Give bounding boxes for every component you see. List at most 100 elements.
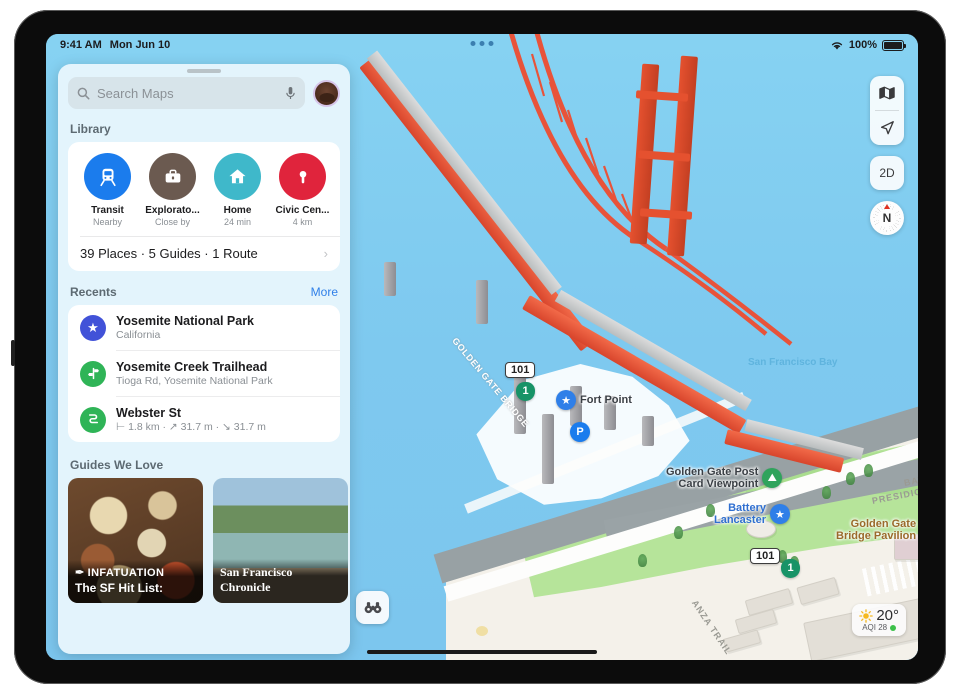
poi-label-line1: Battery xyxy=(728,502,766,514)
home-indicator[interactable] xyxy=(367,650,597,654)
status-bar-left: 9:41 AM Mon Jun 10 xyxy=(60,39,170,51)
list-item[interactable]: Yosemite Creek Trailhead Tioga Rd, Yosem… xyxy=(68,351,340,396)
status-bar: 9:41 AM Mon Jun 10 100% xyxy=(46,34,918,56)
aqi-label: AQI 28 xyxy=(862,623,888,632)
poi-label-line2: Card Viewpoint xyxy=(678,478,759,490)
status-date: Mon Jun 10 xyxy=(109,39,171,51)
route-shield-us-101-2[interactable]: 101 xyxy=(750,548,781,564)
library-item-exploratorium[interactable]: Explorato... Close by xyxy=(145,153,200,227)
poi-fort-point[interactable]: ★ Fort Point xyxy=(556,390,632,410)
dimension-control-group: 2D xyxy=(870,156,904,190)
library-item-transit[interactable]: Transit Nearby xyxy=(80,153,135,227)
library-item-sub: Close by xyxy=(154,217,190,227)
sidebar-grabber[interactable] xyxy=(187,69,221,73)
library-item-civic-center[interactable]: Civic Cen... 4 km xyxy=(275,153,330,227)
guides-section-header: Guides We Love xyxy=(68,454,340,478)
recent-subtitle: Tioga Rd, Yosemite National Park xyxy=(116,375,273,387)
library-item-home[interactable]: Home 24 min xyxy=(210,153,265,227)
aqi-row: AQI 28 xyxy=(859,623,899,632)
map-control-group xyxy=(870,76,904,145)
star-icon: ★ xyxy=(80,314,106,341)
library-item-label: Explorato... xyxy=(145,205,200,216)
route-shield-state-1-2[interactable]: 1 xyxy=(781,559,800,578)
recent-title: Webster St xyxy=(116,406,182,420)
list-item[interactable]: ★ Yosemite National Park California xyxy=(68,305,340,350)
route-shield-state-1[interactable]: 1 xyxy=(516,382,535,401)
house-icon xyxy=(214,153,261,200)
recents-section-header: Recents More xyxy=(68,281,340,305)
temperature-row: 20° xyxy=(859,607,899,624)
library-item-label: Transit xyxy=(91,205,124,216)
sun-icon xyxy=(859,608,874,623)
recent-subtitle: California xyxy=(116,329,161,341)
poi-battery-lancaster[interactable]: Battery Lancaster ★ xyxy=(714,502,790,526)
status-time: 9:41 AM xyxy=(60,39,102,51)
guides-row[interactable]: ✒ INFATUATION The SF Hit List: San Franc… xyxy=(68,478,348,603)
locate-me-button[interactable] xyxy=(870,111,904,145)
library-items-row[interactable]: Transit Nearby Explorato... Close by Hom… xyxy=(68,142,340,236)
poi-label-line1: Golden Gate Post xyxy=(666,466,759,478)
library-summary-text: 39 Places · 5 Guides · 1 Route xyxy=(80,246,258,261)
guide-brand: San Francisco Chronicle xyxy=(220,565,293,594)
guides-title: Guides We Love xyxy=(70,458,164,472)
battery-percent: 100% xyxy=(848,39,877,51)
library-item-label: Civic Cen... xyxy=(275,205,330,216)
water-label: San Francisco Bay xyxy=(748,357,838,368)
library-item-sub: Nearby xyxy=(92,217,122,227)
wifi-icon xyxy=(831,41,842,49)
viewpoint-icon: ⛰ xyxy=(762,468,783,488)
guide-brand: ✒ INFATUATION xyxy=(75,566,165,580)
bridge-pylon xyxy=(642,416,654,446)
recent-title: Yosemite National Park xyxy=(116,314,255,328)
multitasking-dots[interactable] xyxy=(470,41,494,46)
poi-label-line2: Bridge Pavilion xyxy=(836,530,917,542)
compass-tick-ring xyxy=(873,204,901,232)
sand-patch xyxy=(476,626,488,636)
sidebar-scroll-area[interactable]: Library Transit Nearby Explorato... Clos… xyxy=(58,118,350,654)
train-icon xyxy=(84,153,131,200)
poi-postcard-viewpoint[interactable]: Golden Gate Post Card Viewpoint ⛰ xyxy=(666,466,783,490)
route-shield-us-101[interactable]: 101 xyxy=(505,362,536,378)
account-avatar[interactable] xyxy=(313,79,340,107)
weather-widget[interactable]: 20° AQI 28 xyxy=(852,604,906,636)
dimension-toggle-button[interactable]: 2D xyxy=(870,156,904,190)
guide-card[interactable]: ✒ INFATUATION The SF Hit List: xyxy=(68,478,203,603)
chevron-right-icon: › xyxy=(323,246,328,261)
search-placeholder: Search Maps xyxy=(97,85,174,101)
star-pin-icon: ★ xyxy=(769,504,790,524)
microphone-icon[interactable] xyxy=(285,86,296,100)
recent-subtitle: ⊢ 1.8 km · ↗ 31.7 m · ↘ 31.7 m xyxy=(116,421,266,433)
parking-icon: P xyxy=(570,422,590,442)
list-item[interactable]: Webster St ⊢ 1.8 km · ↗ 31.7 m · ↘ 31.7 … xyxy=(68,397,340,442)
map-layers-button[interactable] xyxy=(870,76,904,110)
recents-title: Recents xyxy=(70,285,117,299)
pin-icon xyxy=(279,153,326,200)
navigation-arrow-icon xyxy=(881,121,894,135)
library-summary-row[interactable]: 39 Places · 5 Guides · 1 Route › xyxy=(68,237,340,271)
search-icon xyxy=(77,87,90,99)
library-item-sub: 4 km xyxy=(292,217,313,227)
briefcase-icon xyxy=(149,153,196,200)
map-layers-icon xyxy=(879,86,895,100)
look-around-button[interactable] xyxy=(356,591,389,624)
ipad-screen: San Francisco Bay GOLDEN GATE BRIDGE ANZ… xyxy=(46,34,918,660)
search-row: Search Maps xyxy=(58,77,350,118)
compass-button[interactable]: N xyxy=(870,201,904,235)
route-icon xyxy=(80,406,106,433)
poi-label-line2: Lancaster xyxy=(714,514,766,526)
library-title: Library xyxy=(70,122,111,136)
temperature-value: 20° xyxy=(876,607,899,624)
bridge-pylon xyxy=(384,262,396,296)
bridge-pylon xyxy=(542,414,554,484)
status-bar-right: 100% xyxy=(830,39,906,51)
poi-bridge-pavilion[interactable]: Golden Gate Bridge Pavilion ▤ xyxy=(836,518,918,542)
bridge-pylon xyxy=(476,280,488,324)
poi-parking[interactable]: P xyxy=(570,422,590,442)
search-input[interactable]: Search Maps xyxy=(68,77,305,109)
guide-overlay: San Francisco Chronicle xyxy=(213,559,348,603)
recents-more-button[interactable]: More xyxy=(311,285,338,299)
map-controls: 2D N xyxy=(870,76,904,235)
battery-icon xyxy=(882,39,906,51)
volume-button[interactable] xyxy=(11,340,15,366)
guide-card[interactable]: San Francisco Chronicle xyxy=(213,478,348,603)
